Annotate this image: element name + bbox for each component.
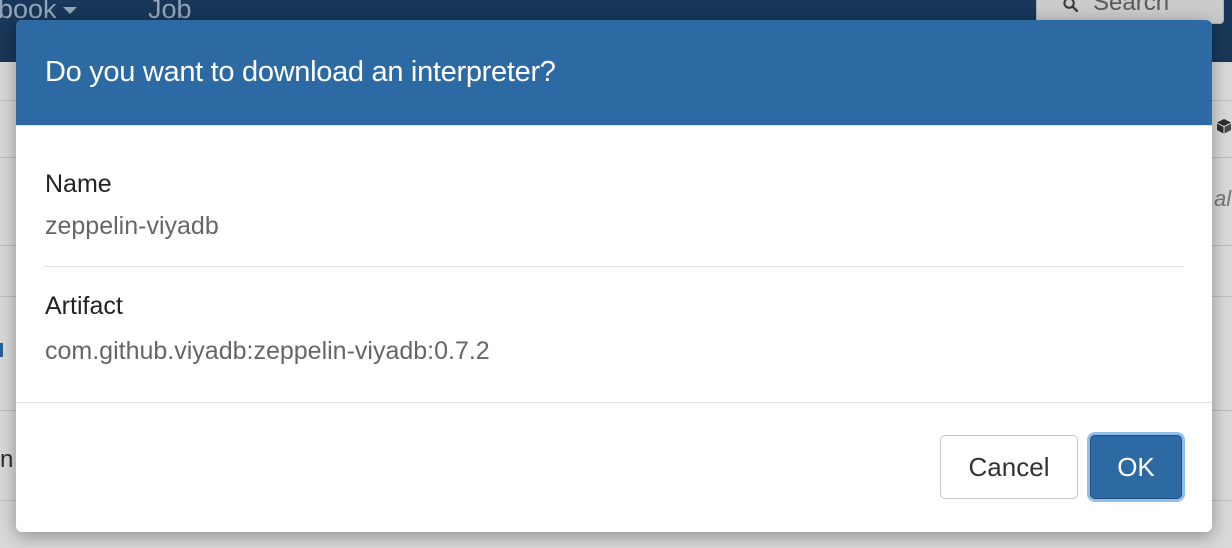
dialog-title: Do you want to download an interpreter? xyxy=(45,56,556,88)
field-divider xyxy=(45,266,1183,267)
dialog-header: Do you want to download an interpreter? xyxy=(16,20,1212,126)
artifact-field-label: Artifact xyxy=(45,292,123,320)
dialog-footer: Cancel OK xyxy=(16,402,1212,532)
download-interpreter-dialog: Do you want to download an interpreter? … xyxy=(16,20,1212,532)
name-field-label: Name xyxy=(45,170,112,198)
dialog-body: Name zeppelin-viyadb Artifact com.github… xyxy=(16,126,1212,402)
artifact-field-value: com.github.viyadb:zeppelin-viyadb:0.7.2 xyxy=(45,337,490,365)
name-field-value: zeppelin-viyadb xyxy=(45,212,219,240)
cancel-button[interactable]: Cancel xyxy=(940,435,1078,499)
ok-button[interactable]: OK xyxy=(1090,435,1182,499)
